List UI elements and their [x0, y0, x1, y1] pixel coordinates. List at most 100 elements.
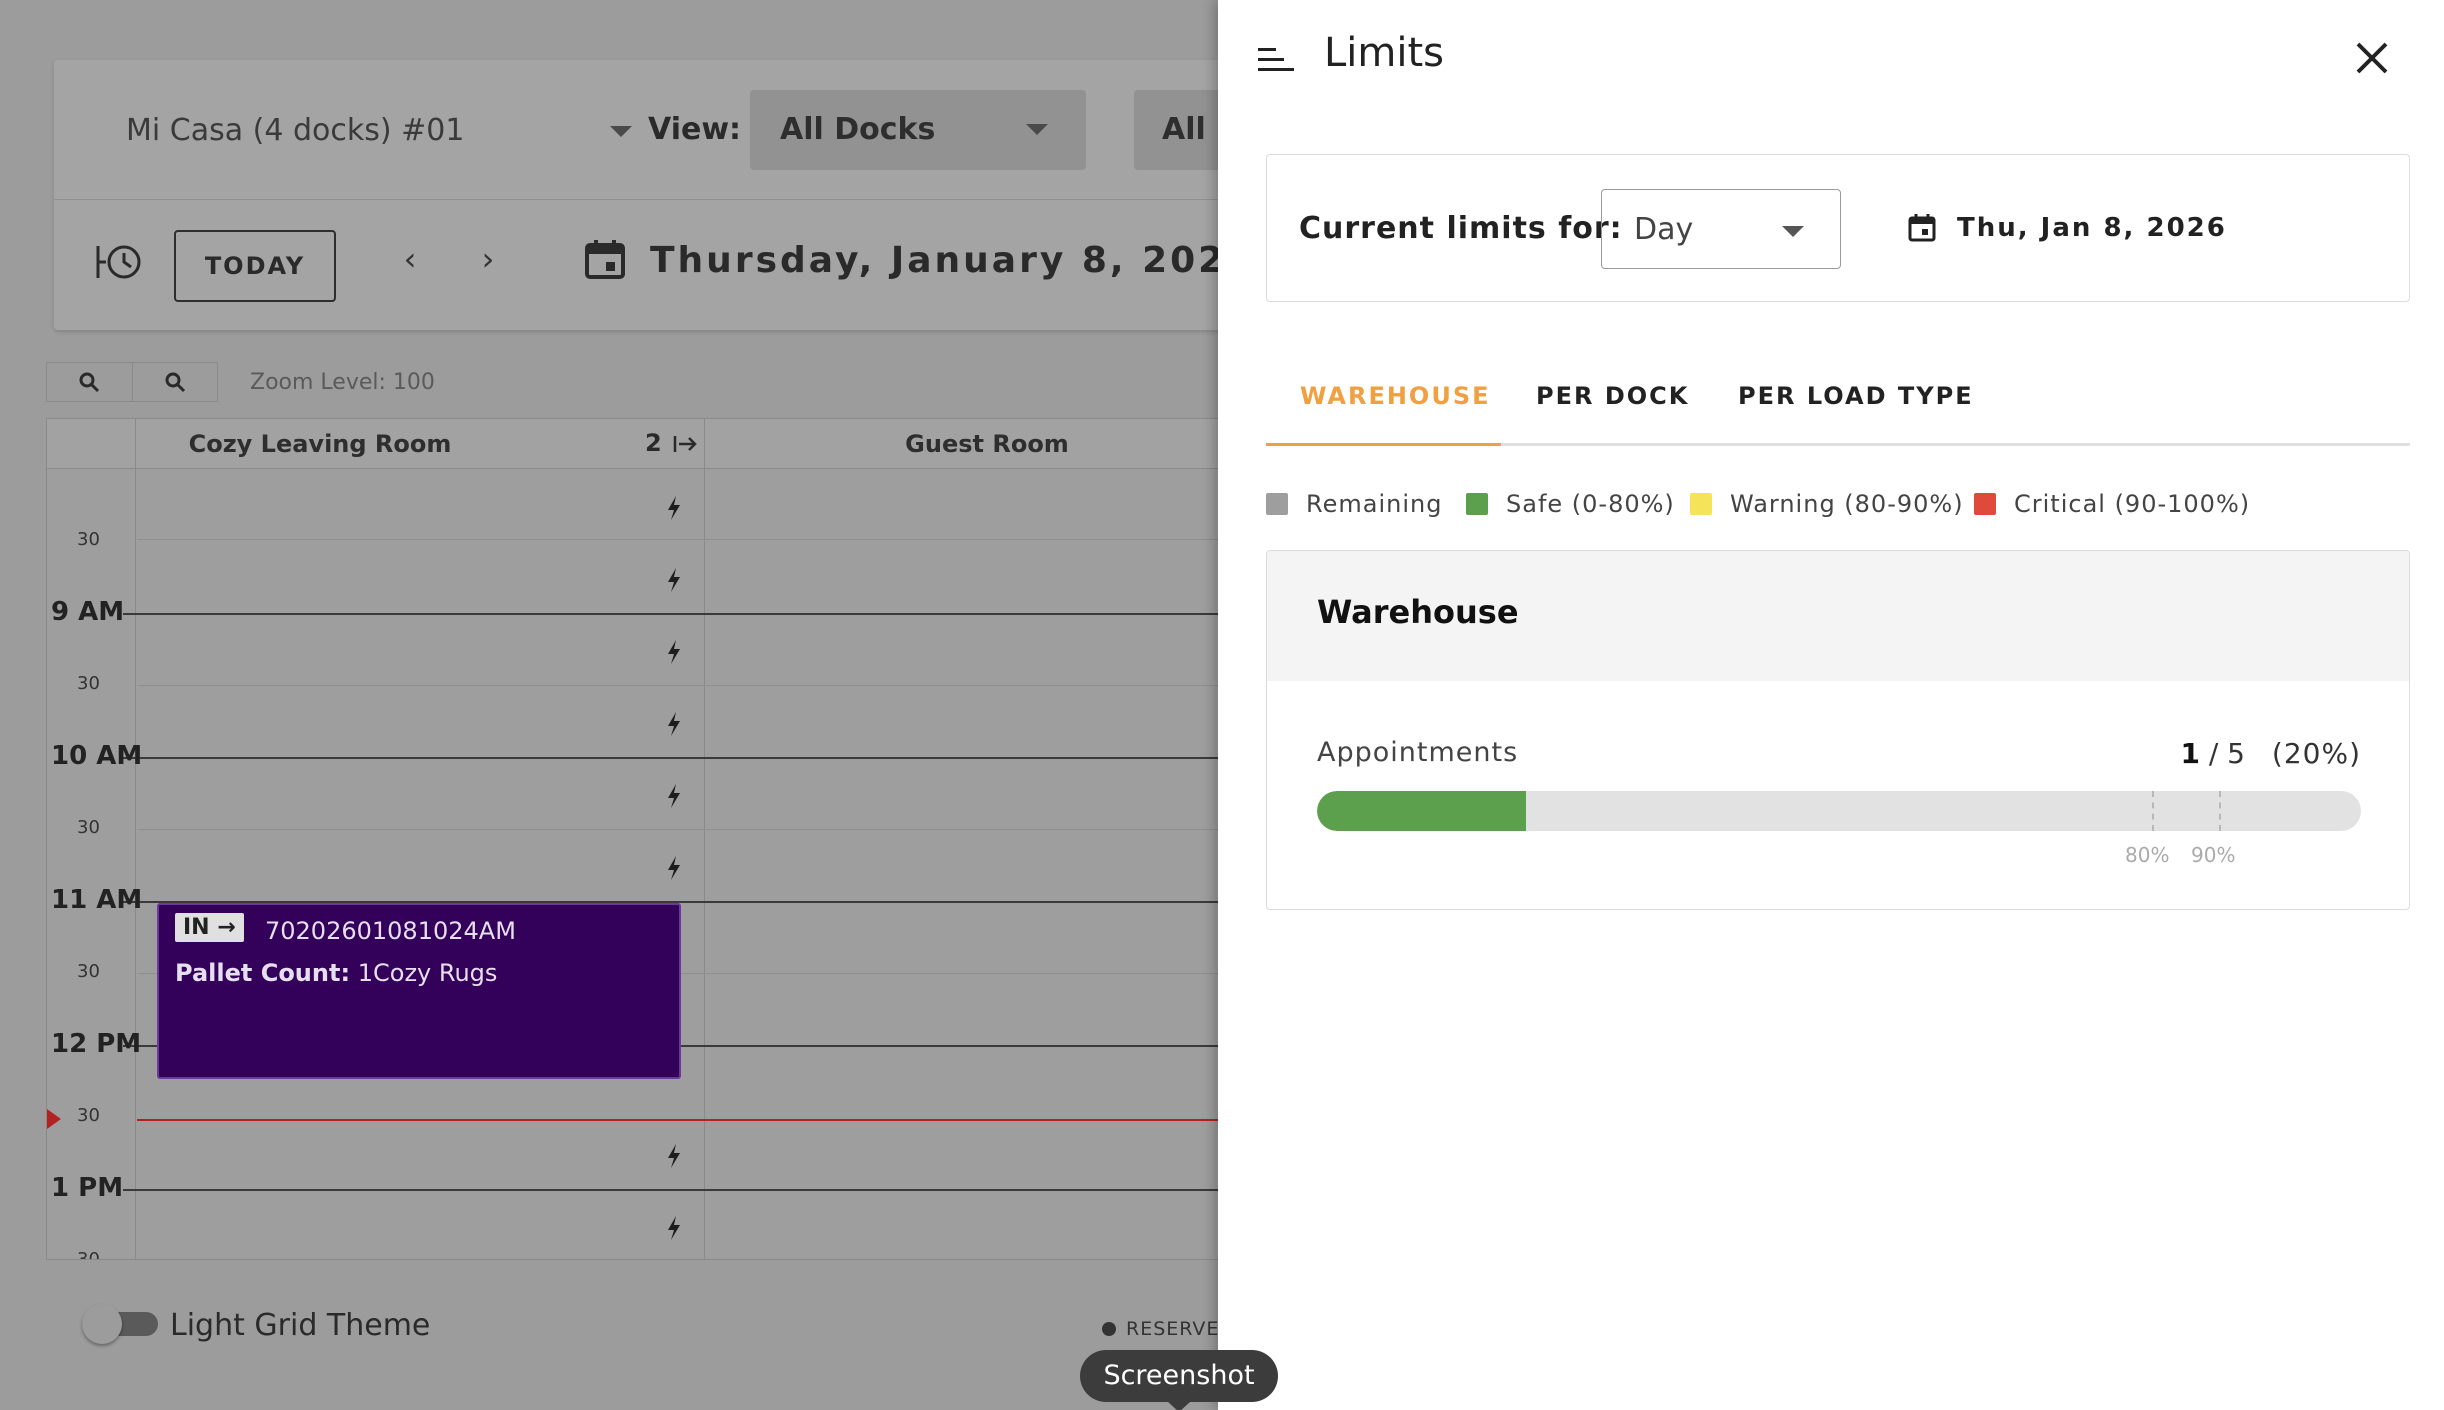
threshold-80-marker: [2152, 791, 2154, 831]
threshold-90-label: 90%: [2191, 843, 2236, 867]
chevron-down-icon: [610, 126, 632, 137]
status-dot-icon: [1102, 1322, 1116, 1336]
grid-divider: [135, 419, 136, 1259]
usage-used: 1: [2180, 737, 2200, 770]
selected-date[interactable]: Thu, Jan 8, 2026: [1957, 213, 2227, 243]
current-time-line: [137, 1119, 1218, 1121]
time-label: 9 AM: [51, 597, 125, 627]
chevron-down-icon: [1782, 226, 1804, 237]
pallet-count-label: Pallet Count:: [175, 959, 351, 987]
time-label: 1 PM: [51, 1173, 124, 1203]
history-icon[interactable]: [94, 240, 144, 284]
usage-separator: /: [2208, 737, 2219, 770]
load-type-select-value: All L: [1162, 112, 1218, 147]
warehouse-select-value: Mi Casa (4 docks) #01: [126, 113, 465, 148]
tab-per-dock[interactable]: PER DOCK: [1536, 382, 1689, 410]
bolt-icon[interactable]: [665, 1215, 683, 1241]
today-button[interactable]: TODAY: [174, 230, 336, 302]
column-header-cozy-leaving-room: Cozy Leaving Room: [188, 430, 452, 458]
legend-swatch: [1466, 493, 1488, 515]
grid-line: [137, 829, 1218, 830]
warehouse-limits-card: Warehouse Appointments 1 / 5 (20%) 80% 9…: [1266, 550, 2410, 910]
usage-percent: (20%): [2271, 737, 2361, 770]
column-count: 2: [645, 429, 662, 457]
toolbar-row-filters: Mi Casa (4 docks) #01 View: All Docks Al…: [54, 60, 1218, 200]
appointment-card[interactable]: IN → 70202601081024AM Pallet Count: 1 Co…: [157, 903, 681, 1079]
load-type-select[interactable]: All L: [1134, 90, 1218, 170]
calendar-icon[interactable]: [1907, 213, 1937, 243]
schedule-grid: Cozy Leaving Room 2 Guest Room 30 9 AM 3…: [46, 418, 1218, 1260]
limits-for-label: Current limits for:: [1299, 211, 1623, 246]
close-icon[interactable]: [2350, 36, 2394, 80]
time-label: 10 AM: [51, 741, 143, 771]
time-label: 30: [77, 961, 100, 982]
tab-per-load-type[interactable]: PER LOAD TYPE: [1738, 382, 1974, 410]
current-time-marker: [47, 1109, 61, 1129]
chevron-down-icon: [1026, 124, 1048, 135]
tab-warehouse[interactable]: WAREHOUSE: [1300, 382, 1491, 410]
limits-drawer: Limits Current limits for: Day Thu, Jan …: [1218, 0, 2444, 1410]
threshold-90-marker: [2219, 791, 2221, 831]
scheduler-toolbar: Mi Casa (4 docks) #01 View: All Docks Al…: [54, 60, 1218, 330]
view-label: View:: [648, 112, 742, 147]
time-label: 30: [77, 1249, 100, 1260]
card-title: Warehouse: [1317, 593, 1519, 631]
status-legend-label: RESERVED: [1126, 1318, 1218, 1340]
bolt-icon[interactable]: [665, 783, 683, 809]
zoom-level-label: Zoom Level: 100: [250, 370, 435, 395]
grid-line: [137, 539, 1218, 540]
legend-item-critical: Critical (90-100%): [1974, 490, 2250, 518]
metric-label: Appointments: [1317, 737, 1519, 768]
limits-filter-card: Current limits for: Day Thu, Jan 8, 2026: [1266, 154, 2410, 302]
zoom-in-button[interactable]: [47, 363, 133, 401]
bolt-icon[interactable]: [665, 567, 683, 593]
pallet-count: Pallet Count: 1: [175, 959, 373, 987]
warehouse-select[interactable]: Mi Casa (4 docks) #01: [126, 106, 646, 156]
view-select[interactable]: All Docks: [750, 90, 1086, 170]
bolt-icon[interactable]: [665, 495, 683, 521]
period-select-value: Day: [1634, 212, 1694, 247]
appointment-reference: 70202601081024AM: [265, 917, 516, 945]
grid-line: [123, 613, 1218, 615]
active-tab-indicator: [1266, 443, 1501, 446]
calendar-icon[interactable]: [584, 238, 626, 280]
grid-header: Cozy Leaving Room 2 Guest Room: [47, 419, 1218, 469]
grid-line: [123, 1189, 1218, 1191]
bolt-icon[interactable]: [665, 1143, 683, 1169]
threshold-80-label: 80%: [2125, 843, 2170, 867]
legend-label: Remaining: [1306, 490, 1443, 518]
light-grid-theme-toggle[interactable]: [82, 1304, 158, 1344]
usage-limit: 5: [2227, 737, 2245, 770]
legend-item-safe: Safe (0-80%): [1466, 490, 1675, 518]
screenshot-tooltip: Screenshot: [1080, 1350, 1278, 1410]
legend-swatch: [1266, 493, 1288, 515]
bolt-icon[interactable]: [665, 711, 683, 737]
carrier-name: Cozy Rugs: [373, 959, 498, 987]
legend-swatch: [1974, 493, 1996, 515]
time-label: 12 PM: [51, 1029, 142, 1059]
zoom-in-icon: [79, 372, 100, 393]
time-label: 11 AM: [51, 885, 143, 915]
legend-item-remaining: Remaining: [1266, 490, 1442, 518]
grid-divider: [704, 419, 705, 1259]
zoom-out-icon: [165, 372, 185, 393]
next-day-button[interactable]: ›: [468, 240, 508, 278]
direction-badge: IN →: [175, 913, 244, 942]
expand-column-icon[interactable]: [673, 433, 699, 455]
legend-swatch: [1690, 493, 1712, 515]
legend-label: Warning (80-90%): [1730, 490, 1964, 518]
previous-day-button[interactable]: ‹: [390, 240, 430, 278]
column-header-guest-room: Guest Room: [905, 430, 1069, 458]
toggle-knob: [82, 1304, 122, 1344]
pallet-count-value: 1: [357, 959, 373, 987]
bolt-icon[interactable]: [665, 639, 683, 665]
usage-progress-bar: [1317, 791, 2361, 831]
time-label: 30: [77, 673, 100, 694]
time-label: 30: [77, 817, 100, 838]
scheduler-background: Mi Casa (4 docks) #01 View: All Docks Al…: [0, 0, 1218, 1410]
zoom-out-button[interactable]: [133, 363, 218, 401]
bolt-icon[interactable]: [665, 855, 683, 881]
grid-line: [137, 685, 1218, 686]
period-select[interactable]: Day: [1601, 189, 1841, 269]
page-title: Thursday, January 8, 2026: [650, 240, 1218, 281]
